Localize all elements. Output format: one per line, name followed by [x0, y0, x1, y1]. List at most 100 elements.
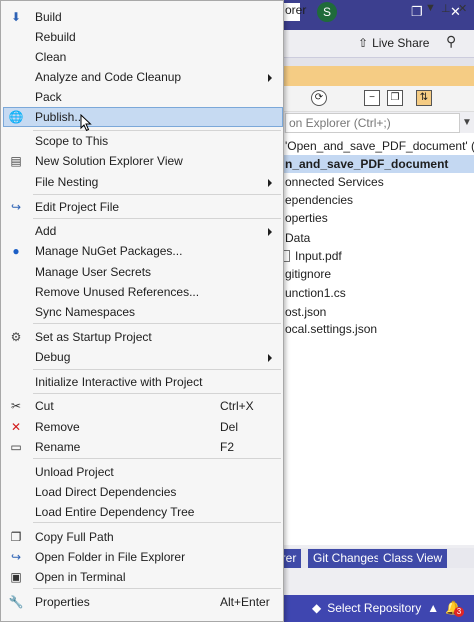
tree-item-connected-services[interactable]: onnected Services: [285, 173, 384, 191]
menu-item-properties[interactable]: 🔧 Properties Alt+Enter: [3, 592, 283, 612]
new-view-icon: ▤: [10, 154, 22, 168]
solution-explorer-title: orer: [285, 3, 307, 17]
menu-item-rebuild[interactable]: Rebuild: [3, 27, 283, 47]
menu-item-shortcut: F2: [220, 440, 235, 454]
remove-x-icon: ✕: [10, 420, 22, 434]
history-icon[interactable]: ⟳: [311, 90, 327, 106]
menu-item-cut[interactable]: ✂ Cut Ctrl+X: [3, 396, 283, 416]
live-share-label: Live Share: [372, 36, 430, 50]
tree-item-input-pdf[interactable]: Input.pdf: [280, 247, 342, 265]
menu-item-label: Set as Startup Project: [35, 330, 152, 344]
tree-item-dependencies[interactable]: ependencies: [285, 191, 353, 209]
pin-icon[interactable]: ⊥: [441, 2, 451, 15]
menu-item-edit-project-file[interactable]: ↪ Edit Project File: [3, 197, 283, 217]
menu-item-open-in-terminal[interactable]: ▣ Open in Terminal: [3, 567, 283, 587]
menu-item-label: Cut: [35, 399, 54, 413]
menu-item-remove[interactable]: ✕ Remove Del: [3, 417, 283, 437]
menu-item-unload-project[interactable]: Unload Project: [3, 462, 283, 482]
menu-item-copy-full-path[interactable]: ❐ Copy Full Path: [3, 527, 283, 547]
menu-separator: [33, 218, 281, 219]
submenu-arrow-icon: [268, 74, 272, 82]
menu-item-label: Copy Full Path: [35, 530, 114, 544]
menu-item-pack[interactable]: Pack: [3, 87, 283, 107]
menu-item-add[interactable]: Add: [3, 221, 283, 241]
menu-separator: [33, 393, 281, 394]
menu-item-label: Open in Terminal: [35, 570, 126, 584]
menu-item-label: Debug: [35, 350, 71, 364]
copy-icon: ❐: [10, 530, 22, 544]
menu-item-label: Unload Project: [35, 465, 114, 479]
tab-git-changes[interactable]: Git Changes: [308, 549, 385, 568]
chevron-up-icon: ▲: [427, 601, 440, 615]
menu-item-file-nesting[interactable]: File Nesting: [3, 172, 283, 192]
tree-item-solution[interactable]: 'Open_and_save_PDF_document' (1 of: [285, 137, 474, 155]
tree-item-input-pdf-label: Input.pdf: [295, 249, 342, 263]
tree-item-host-json[interactable]: ost.json: [285, 303, 326, 321]
avatar[interactable]: S: [317, 2, 337, 22]
menu-item-label: Build: [35, 10, 62, 24]
tab-class-view[interactable]: Class View: [378, 549, 448, 568]
submenu-arrow-icon: [268, 354, 272, 362]
tree-item-gitignore[interactable]: gitignore: [285, 265, 331, 283]
menu-item-new-solution-explorer-view[interactable]: ▤ New Solution Explorer View: [3, 151, 283, 171]
collapse-all-icon[interactable]: −: [364, 90, 380, 106]
menu-item-label: Analyze and Code Cleanup: [35, 70, 182, 84]
build-icon: ⬇: [10, 10, 22, 24]
restore-icon[interactable]: ❐: [411, 2, 423, 22]
menu-item-manage-nuget-packages[interactable]: ● Manage NuGet Packages...: [3, 241, 283, 261]
menu-item-label: Pack: [35, 90, 62, 104]
menu-item-shortcut: Alt+Enter: [220, 595, 270, 609]
project-context-menu: ⬇ Build Rebuild Clean Analyze and Code Clean…: [0, 0, 284, 622]
menu-item-label: Rename: [35, 440, 81, 454]
live-share-button[interactable]: ⇧ Live Share: [358, 33, 429, 53]
menu-item-set-as-startup-project[interactable]: ⚙ Set as Startup Project: [3, 327, 283, 347]
search-icon[interactable]: ▼: [460, 113, 474, 133]
sync-icon[interactable]: ⇅: [416, 90, 432, 106]
menu-item-label: Load Direct Dependencies: [35, 485, 177, 499]
menu-item-label: Rebuild: [35, 30, 76, 44]
menu-item-shortcut: Ctrl+X: [220, 399, 254, 413]
solution-explorer-search[interactable]: on Explorer (Ctrl+;): [285, 113, 460, 133]
menu-item-sync-namespaces[interactable]: Sync Namespaces: [3, 302, 283, 322]
menu-separator: [33, 522, 281, 523]
menu-item-label: Scope to This: [35, 134, 109, 148]
menu-item-analyze-and-code-cleanup[interactable]: Analyze and Code Cleanup: [3, 67, 283, 87]
menu-item-debug[interactable]: Debug: [3, 347, 283, 367]
submenu-arrow-icon: [268, 228, 272, 236]
menu-separator: [33, 194, 281, 195]
feedback-icon[interactable]: ⚲: [446, 30, 456, 52]
menu-item-load-entire-dependency-tree[interactable]: Load Entire Dependency Tree: [3, 502, 283, 522]
share-icon: ⇧: [358, 36, 369, 50]
mouse-cursor: [80, 113, 92, 135]
show-all-files-icon[interactable]: ❐: [387, 90, 403, 106]
menu-item-label: Remove Unused References...: [35, 285, 200, 299]
menu-item-clean[interactable]: Clean: [3, 47, 283, 67]
menu-item-initialize-interactive-with-project[interactable]: Initialize Interactive with Project: [3, 372, 283, 392]
scissors-icon: ✂: [10, 399, 22, 413]
menu-separator: [33, 369, 281, 370]
select-repository-button[interactable]: ◆ Select Repository ▲: [312, 600, 439, 616]
menu-item-load-direct-dependencies[interactable]: Load Direct Dependencies: [3, 482, 283, 502]
menu-item-label: Remove: [35, 420, 80, 434]
menu-item-scope-to-this[interactable]: Scope to This: [3, 131, 283, 151]
menu-separator: [33, 323, 281, 324]
menu-item-label: File Nesting: [35, 175, 99, 189]
menu-item-manage-user-secrets[interactable]: Manage User Secrets: [3, 262, 283, 282]
dropdown-icon[interactable]: ▼: [425, 2, 436, 14]
menu-item-publish[interactable]: 🌐 Publish...: [3, 107, 283, 127]
tree-item-data[interactable]: Data: [285, 229, 310, 247]
menu-item-label: Sync Namespaces: [35, 305, 136, 319]
menu-item-build[interactable]: ⬇ Build: [3, 7, 283, 27]
menu-item-rename[interactable]: ▭ Rename F2: [3, 437, 283, 457]
menu-item-label: Manage User Secrets: [35, 265, 152, 279]
tree-item-function1[interactable]: unction1.cs: [285, 284, 346, 302]
menu-item-remove-unused-references[interactable]: Remove Unused References...: [3, 282, 283, 302]
menu-item-label: Edit Project File: [35, 200, 120, 214]
menu-separator: [33, 458, 281, 459]
menu-item-open-folder-in-file-explorer[interactable]: ↪ Open Folder in File Explorer: [3, 547, 283, 567]
close-panel-icon[interactable]: ✕: [458, 2, 467, 15]
tree-item-local-settings[interactable]: ocal.settings.json: [285, 320, 377, 338]
tree-item-properties[interactable]: operties: [285, 209, 328, 227]
terminal-icon: ▣: [10, 570, 22, 584]
tree-item-project[interactable]: n_and_save_PDF_document: [283, 155, 474, 173]
